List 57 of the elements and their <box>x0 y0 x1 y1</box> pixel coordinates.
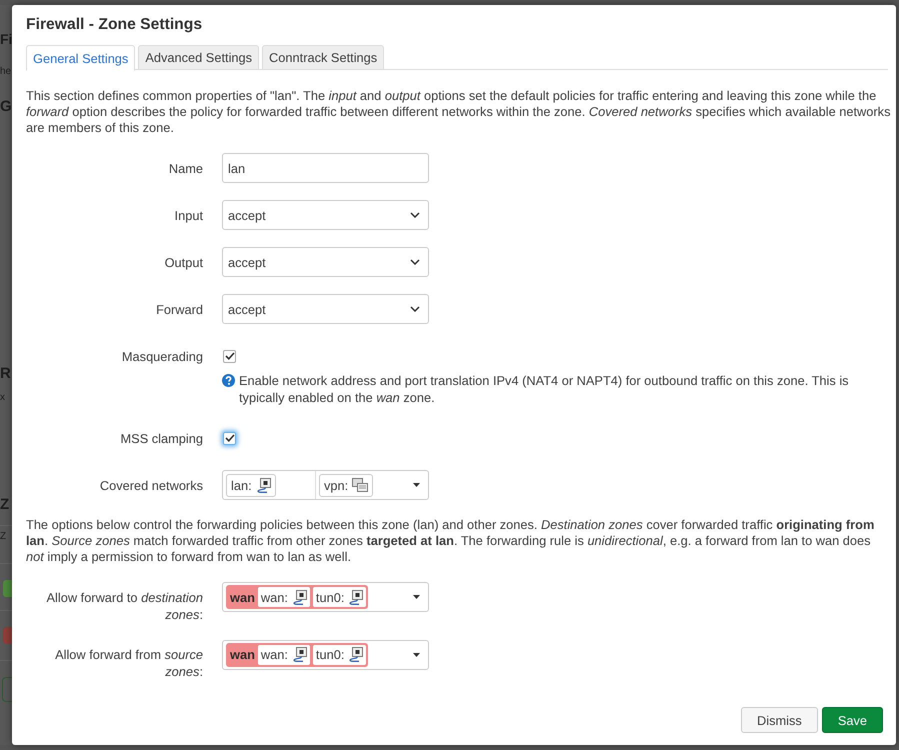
field-label: Input <box>174 208 203 222</box>
forwarding-description: The options below control the forwarding policies between this zone (lan) and other zones. Destination zones cover forwarded traffic originating from lan. Source zones match forwarded traffic from other zones targeted at lan. The forwarding rule is unidirectional, e.g. a forward from lan to wan does not imply a permission to forward from wan to lan as well. <box>26 517 876 565</box>
network-name: wan: <box>260 647 288 662</box>
chevron-down-icon <box>410 259 420 265</box>
network-port-icon <box>348 647 364 662</box>
check-icon <box>224 352 234 360</box>
page-heading: Fi <box>0 30 12 48</box>
zone-name: wan <box>230 647 255 662</box>
network-name: tun0: <box>316 590 344 604</box>
network-name: vpn: <box>324 478 348 492</box>
stacked-windows-icon <box>352 478 368 492</box>
chevron-down-icon <box>410 212 420 218</box>
field-label: Output <box>164 254 203 270</box>
field-label: Name <box>168 160 203 176</box>
field-label: MSS clamping <box>120 430 203 446</box>
page-text: x <box>0 391 5 405</box>
field-label: Allow forward to destination zones: <box>46 590 203 622</box>
dismiss-button[interactable]: Dismiss <box>741 707 818 733</box>
field-label: Masquerading <box>122 348 203 364</box>
save-button[interactable]: Save <box>822 707 883 733</box>
network-port-icon <box>292 590 307 604</box>
network-select[interactable]: lan: vpn: <box>222 470 429 500</box>
network-name: lan: <box>231 478 252 492</box>
tab[interactable]: Advanced Settings <box>138 45 260 70</box>
page-text: Z <box>0 530 6 544</box>
zone-select[interactable]: wan wan: tun0: <box>222 582 429 612</box>
help-text: Enable network address and port translation IPv4 (NAT4 or NAPT4) for outbound traffic on this zone. This is typically enabled on the wan zone. <box>239 372 850 406</box>
section-heading: Z <box>0 496 10 514</box>
chevron-down-icon <box>410 306 420 312</box>
section-heading: R <box>0 365 11 383</box>
section-heading: G <box>0 98 12 116</box>
caret-down-icon <box>413 595 420 599</box>
tab[interactable]: General Settings <box>26 45 136 71</box>
network-port-icon <box>256 478 271 492</box>
zone-select[interactable]: wan wan: tun0: <box>222 640 429 670</box>
network-port-icon <box>348 590 364 604</box>
dialog-title: Firewall - Zone Settings <box>26 15 202 35</box>
checkbox[interactable] <box>223 350 236 362</box>
policy-dropdown[interactable]: accept <box>222 200 429 230</box>
network-name: tun0: <box>316 647 344 662</box>
field-label: Forward <box>156 302 203 316</box>
policy-dropdown[interactable]: accept <box>222 247 429 277</box>
checkbox[interactable] <box>223 432 236 444</box>
caret-down-icon <box>413 652 420 656</box>
tab[interactable]: Conntrack Settings <box>262 45 384 70</box>
zone-name: wan <box>230 590 255 604</box>
field-label: Allow forward from source zones: <box>55 647 203 679</box>
policy-dropdown[interactable]: accept <box>222 294 429 324</box>
page-text: he <box>0 65 12 79</box>
check-icon <box>224 434 234 442</box>
name-input[interactable]: lan <box>222 153 429 183</box>
network-name: wan: <box>260 590 288 604</box>
help-icon <box>222 374 235 387</box>
section-description: This section defines common properties of "lan". The input and output options set the default policies for traffic entering and leaving this zone while the forward option describes the policy for forwarded traffic between different networks within the zone. Covered networks specifies which available networks are members of this zone. <box>26 88 892 136</box>
network-port-icon <box>292 647 307 662</box>
caret-down-icon <box>413 483 420 487</box>
field-label: Covered networks <box>100 478 203 492</box>
